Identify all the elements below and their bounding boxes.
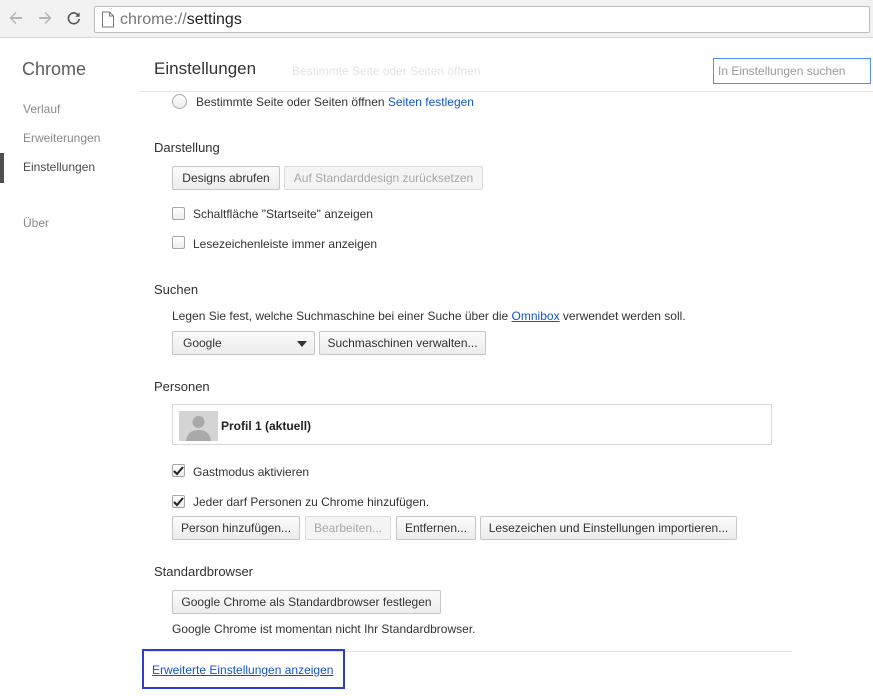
anyone-add-checkbox[interactable] xyxy=(172,495,185,508)
section-heading-people: Personen xyxy=(154,379,210,394)
search-description: Legen Sie fest, welche Suchmaschine bei … xyxy=(172,309,686,323)
startup-radio[interactable] xyxy=(172,94,187,109)
url-path: settings xyxy=(186,11,242,28)
profile-name: Profil 1 (aktuell) xyxy=(221,419,312,433)
url-text: chrome://settings xyxy=(120,11,242,29)
back-arrow-icon[interactable] xyxy=(5,7,27,29)
address-bar[interactable]: chrome://settings xyxy=(94,6,870,33)
reset-theme-button[interactable]: Auf Standarddesign zurücksetzen xyxy=(284,166,483,190)
avatar-icon xyxy=(179,411,218,441)
page-title: Einstellungen xyxy=(154,59,257,78)
checkmark-icon xyxy=(173,465,184,475)
startup-radio-label: Bestimmte Seite oder Seiten öffnen xyxy=(196,95,385,109)
make-default-browser-button[interactable]: Google Chrome als Standardbrowser festle… xyxy=(172,590,441,614)
default-browser-status: Google Chrome ist momentan nicht Ihr Sta… xyxy=(172,622,476,636)
page-icon xyxy=(101,11,115,31)
search-desc-text-end: verwendet werden soll. xyxy=(559,309,686,323)
startup-option: Bestimmte Seite oder Seiten öffnen Seite… xyxy=(196,95,474,109)
sidebar-item-ueber[interactable]: Über xyxy=(23,216,49,230)
forward-arrow-icon[interactable] xyxy=(34,7,56,29)
sidebar-item-verlauf[interactable]: Verlauf xyxy=(23,102,60,116)
dropdown-arrow-icon xyxy=(297,341,307,347)
import-bookmarks-button[interactable]: Lesezeichen und Einstellungen importiere… xyxy=(480,516,737,540)
get-themes-button[interactable]: Designs abrufen xyxy=(172,166,280,190)
search-engine-value: Google xyxy=(183,336,222,350)
sidebar-brand: Chrome xyxy=(22,59,87,79)
settings-main: Bestimmte Seite oder Seiten öffnen Einst… xyxy=(140,39,873,696)
remove-person-button[interactable]: Entfernen... xyxy=(396,516,476,540)
section-heading-appearance: Darstellung xyxy=(154,140,220,155)
scrolled-ghost-text: Bestimmte Seite oder Seiten öffnen xyxy=(292,64,481,78)
search-engine-select[interactable]: Google xyxy=(172,331,315,355)
sidebar-active-marker xyxy=(0,153,4,183)
section-heading-search: Suchen xyxy=(154,282,199,297)
manage-search-engines-button[interactable]: Suchmaschinen verwalten... xyxy=(319,331,486,355)
settings-search-input[interactable] xyxy=(713,58,871,84)
profile-list[interactable]: Profil 1 (aktuell) xyxy=(172,404,772,445)
checkmark-icon xyxy=(173,496,184,506)
sidebar-item-einstellungen[interactable]: Einstellungen xyxy=(23,160,95,174)
show-bookmarks-checkbox[interactable] xyxy=(172,236,185,249)
show-home-checkbox[interactable] xyxy=(172,207,185,220)
page-header: Bestimmte Seite oder Seiten öffnen Einst… xyxy=(140,39,873,92)
sidebar: Chrome Verlauf Erweiterungen Einstellung… xyxy=(0,39,140,696)
url-scheme: chrome:// xyxy=(120,11,187,28)
show-advanced-settings-link[interactable]: Erweiterte Einstellungen anzeigen xyxy=(152,663,333,677)
show-bookmarks-label: Lesezeichenleiste immer anzeigen xyxy=(193,237,378,251)
reload-icon[interactable] xyxy=(63,7,85,29)
sidebar-item-erweiterungen[interactable]: Erweiterungen xyxy=(23,131,100,145)
guest-mode-label: Gastmodus aktivieren xyxy=(193,465,310,479)
edit-person-button[interactable]: Bearbeiten... xyxy=(305,516,391,540)
add-person-button[interactable]: Person hinzufügen... xyxy=(172,516,300,540)
anyone-add-label: Jeder darf Personen zu Chrome hinzufügen… xyxy=(193,495,430,509)
browser-toolbar: chrome://settings xyxy=(0,0,873,38)
section-heading-default-browser: Standardbrowser xyxy=(154,564,253,579)
set-pages-link[interactable]: Seiten festlegen xyxy=(388,95,474,109)
show-home-label: Schaltfläche "Startseite" anzeigen xyxy=(193,207,373,221)
omnibox-link[interactable]: Omnibox xyxy=(512,309,560,323)
search-desc-text: Legen Sie fest, welche Suchmaschine bei … xyxy=(172,309,512,323)
guest-mode-checkbox[interactable] xyxy=(172,464,185,477)
